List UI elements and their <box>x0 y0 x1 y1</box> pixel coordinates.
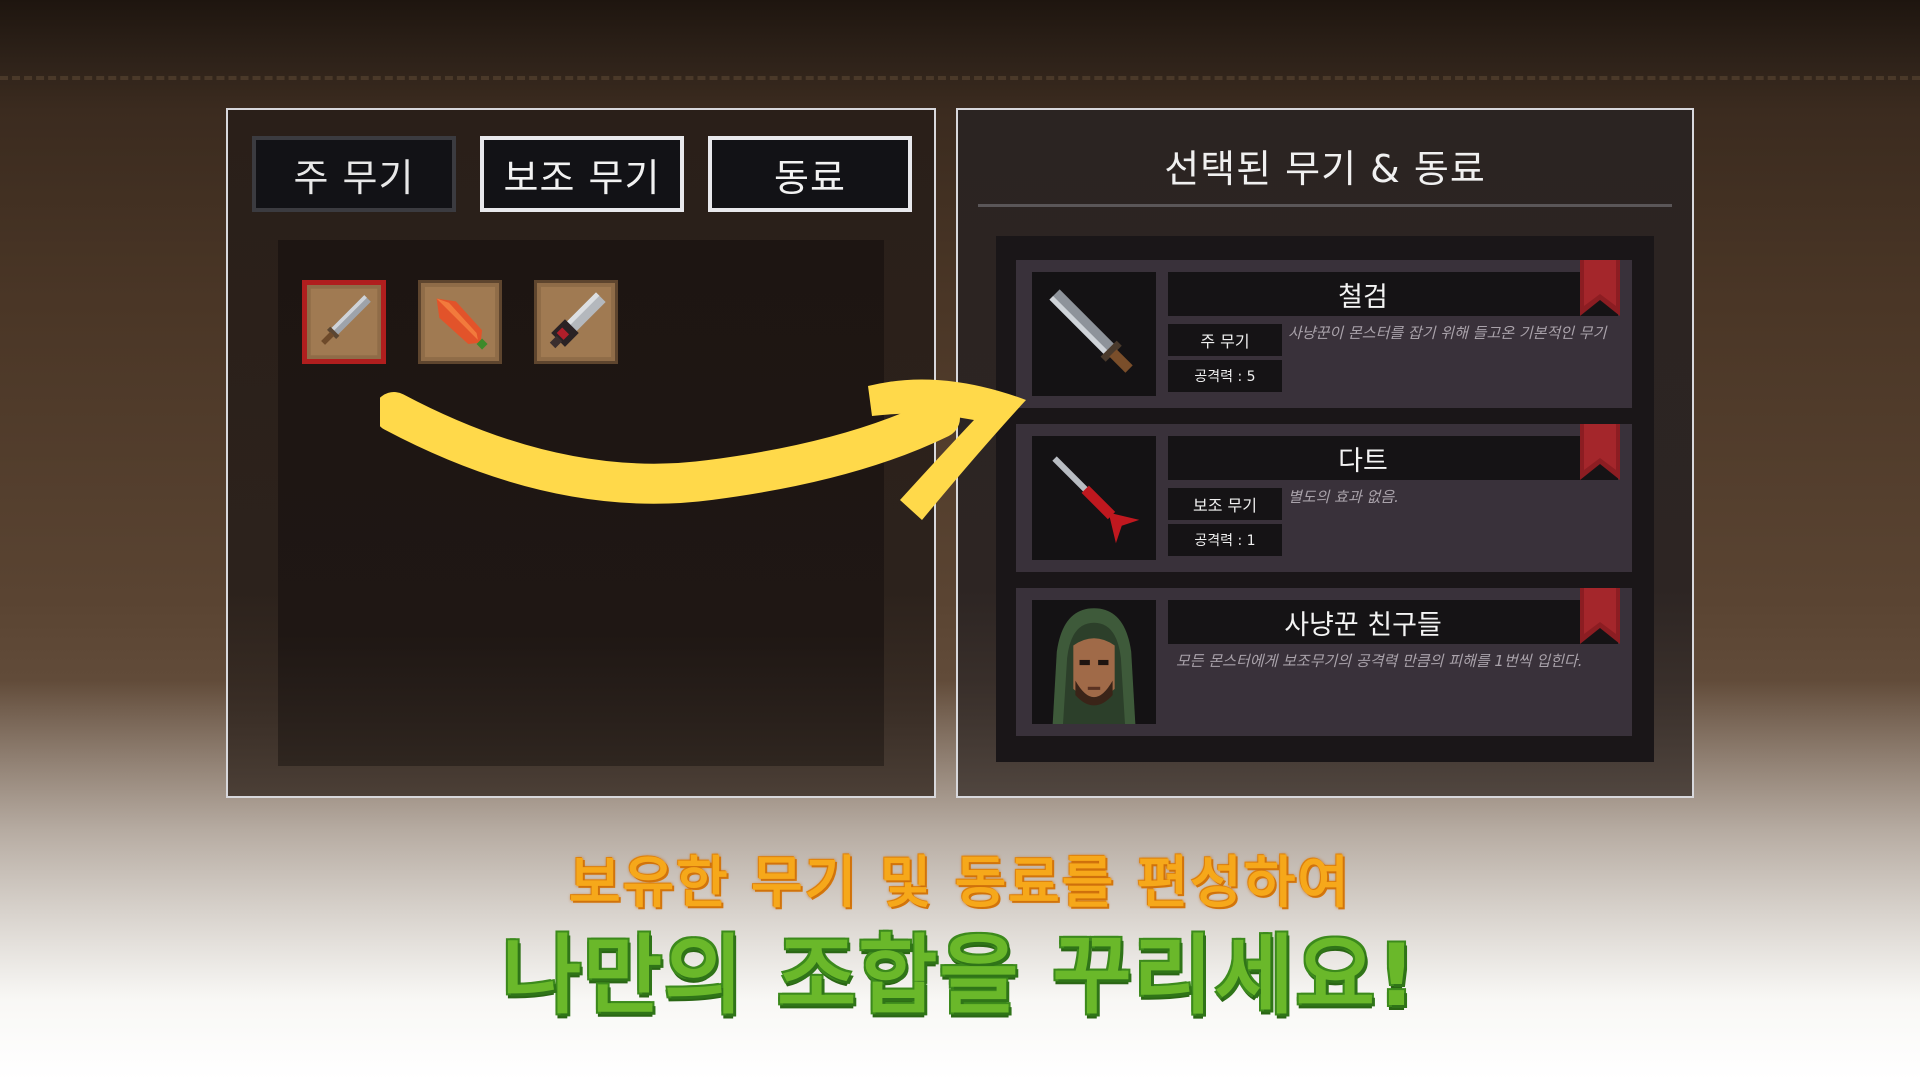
inventory-slot-chainsaw[interactable] <box>534 280 618 364</box>
weapon-type-badge: 보조 무기 <box>1168 488 1282 520</box>
title-divider <box>978 204 1672 207</box>
card-description: 모든 몬스터에게 보조무기의 공격력 만큼의 피해를 1번씩 입힌다. <box>1176 652 1583 670</box>
bookmark-icon[interactable] <box>1580 588 1620 644</box>
card-name: 사냥꾼 친구들 <box>1168 600 1618 644</box>
card-dart[interactable]: 다트 보조 무기 공격력 : 1 별도의 효과 없음. <box>1016 424 1632 572</box>
tab-sub-weapon[interactable]: 보조 무기 <box>480 136 684 212</box>
weapon-type-badge: 주 무기 <box>1168 324 1282 356</box>
attack-badge: 공격력 : 5 <box>1168 360 1282 392</box>
carrot-icon <box>421 283 499 361</box>
bookmark-icon[interactable] <box>1580 424 1620 480</box>
card-icon-box <box>1032 600 1156 724</box>
sword-icon <box>307 285 381 359</box>
bookmark-icon[interactable] <box>1580 260 1620 316</box>
caption-line-2: 나만의 조합을 꾸리세요! <box>501 926 1419 1026</box>
card-name: 다트 <box>1168 436 1618 480</box>
selected-panel: 선택된 무기 & 동료 철검 주 무기 공격력 : 5 사냥꾼이 몬스터를 잡기… <box>956 108 1694 798</box>
card-icon-box <box>1032 436 1156 560</box>
leather-stitching <box>0 76 1920 80</box>
tab-main-weapon[interactable]: 주 무기 <box>252 136 456 212</box>
attack-badge: 공격력 : 1 <box>1168 524 1282 556</box>
sword-icon <box>1049 289 1133 373</box>
card-description: 사냥꾼이 몬스터를 잡기 위해 들고온 기본적인 무기 <box>1288 324 1607 342</box>
card-description: 별도의 효과 없음. <box>1288 488 1399 506</box>
card-name: 철검 <box>1168 272 1618 316</box>
dart-icon <box>1052 456 1140 544</box>
tab-companion[interactable]: 동료 <box>708 136 912 212</box>
hooded-hunter-portrait <box>1032 600 1156 724</box>
card-icon-box <box>1032 272 1156 396</box>
transfer-arrow-icon <box>380 379 1026 520</box>
chainsaw-icon <box>537 283 615 361</box>
selected-cards-list: 철검 주 무기 공격력 : 5 사냥꾼이 몬스터를 잡기 위해 들고온 기본적인… <box>996 236 1654 762</box>
inventory-slot-carrot[interactable] <box>418 280 502 364</box>
card-hunter-friends[interactable]: 사냥꾼 친구들 모든 몬스터에게 보조무기의 공격력 만큼의 피해를 1번씩 입… <box>1016 588 1632 736</box>
inventory-slot-sword[interactable] <box>302 280 386 364</box>
card-iron-sword[interactable]: 철검 주 무기 공격력 : 5 사냥꾼이 몬스터를 잡기 위해 들고온 기본적인… <box>1016 260 1632 408</box>
selected-panel-title: 선택된 무기 & 동료 <box>1164 147 1486 191</box>
